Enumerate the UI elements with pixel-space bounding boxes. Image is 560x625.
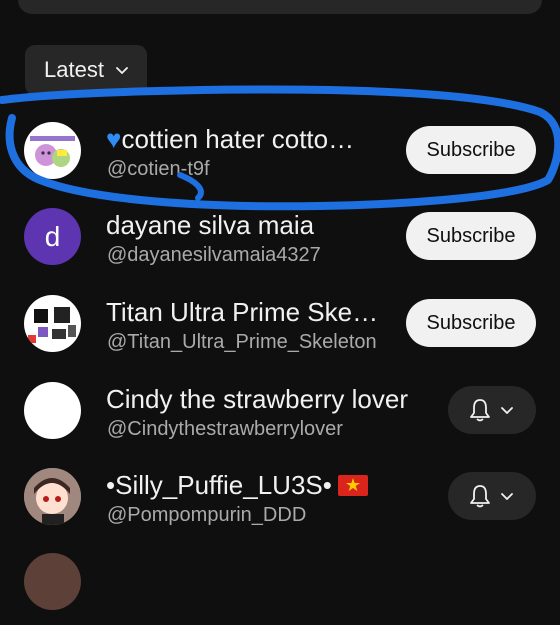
subscribe-button[interactable]: Subscribe <box>406 299 536 347</box>
channel-avatar[interactable] <box>24 468 81 525</box>
top-search-bar[interactable] <box>18 0 542 14</box>
avatar-image <box>30 136 75 167</box>
channel-row[interactable]: d dayane silva maia @dayanesilvamaia4327… <box>0 198 560 278</box>
channel-avatar[interactable] <box>24 382 81 439</box>
bell-icon <box>470 485 490 508</box>
chevron-down-icon <box>501 407 513 414</box>
channel-avatar[interactable] <box>24 122 81 179</box>
channel-handle: @Pompompurin_DDD <box>107 504 307 526</box>
chevron-down-icon <box>501 493 513 500</box>
bell-icon <box>470 399 490 422</box>
sort-filter-chip[interactable]: Latest <box>25 45 147 95</box>
avatar-letter: d <box>44 220 61 252</box>
channel-row[interactable]: ♥cottien hater cotto… @cotien-t9f Subscr… <box>0 112 560 192</box>
chevron-down-icon <box>116 67 128 74</box>
subscribe-button[interactable]: Subscribe <box>406 126 536 174</box>
blue-heart-icon: ♥ <box>106 124 122 154</box>
channel-name: dayane silva maia <box>106 210 315 240</box>
channel-avatar[interactable] <box>24 295 81 352</box>
channel-name: Cindy the strawberry lover <box>106 384 408 414</box>
avatar-image <box>24 468 81 525</box>
sort-filter-label: Latest <box>44 57 104 82</box>
channel-name: •Silly_Puffie_LU3S• <box>106 470 368 501</box>
vietnam-flag-icon <box>337 475 368 496</box>
channel-row-partial[interactable] <box>0 545 560 625</box>
channel-avatar[interactable]: d <box>24 208 81 265</box>
channel-handle: @Cindythestrawberrylover <box>107 418 343 440</box>
channel-row[interactable]: Cindy the strawberry lover @Cindythestra… <box>0 372 560 452</box>
channel-name: ♥cottien hater cotto… <box>106 124 355 154</box>
channel-handle: @dayanesilvamaia4327 <box>107 244 321 266</box>
channel-row[interactable]: •Silly_Puffie_LU3S• @Pompompurin_DDD <box>0 458 560 538</box>
notification-bell-button[interactable] <box>448 472 536 520</box>
channel-handle: @Titan_Ultra_Prime_Skeleton <box>107 331 377 353</box>
channel-row[interactable]: Titan Ultra Prime Ske… @Titan_Ultra_Prim… <box>0 285 560 365</box>
channel-avatar[interactable] <box>24 553 81 610</box>
subscribe-button[interactable]: Subscribe <box>406 212 536 260</box>
avatar-image <box>28 307 76 343</box>
channel-handle: @cotien-t9f <box>107 158 210 180</box>
channel-name: Titan Ultra Prime Ske… <box>106 297 379 327</box>
notification-bell-button[interactable] <box>448 386 536 434</box>
